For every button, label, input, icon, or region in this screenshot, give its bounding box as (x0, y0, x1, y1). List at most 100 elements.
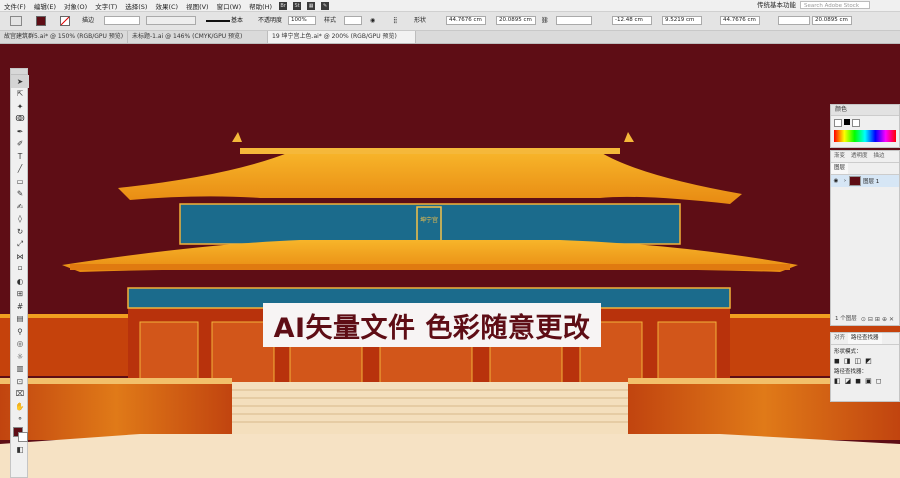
eyedropper-tool-icon[interactable]: ⚲ (11, 325, 29, 338)
angle-field[interactable]: -12.48 cm (612, 16, 652, 25)
delete-layer-icon[interactable]: ✕ (889, 316, 896, 323)
shaper-tool-icon[interactable]: ✍ (11, 200, 29, 213)
mesh-tool-icon[interactable]: # (11, 300, 29, 313)
opacity-field[interactable]: 100% (288, 16, 316, 25)
artboard-tool-icon[interactable]: ⊡ (11, 375, 29, 388)
hand-tool-icon[interactable]: ✋ (11, 400, 29, 413)
tab-pathfinder[interactable]: 路径查找器 (848, 333, 882, 344)
menu-type[interactable]: 文字(T) (91, 1, 121, 11)
none-swatch[interactable] (834, 119, 842, 127)
tab-document-1[interactable]: 故宫建筑群5.ai* @ 150% (RGB/GPU 预览) (0, 31, 128, 43)
direct-selection-tool-icon[interactable]: ⇱ (11, 88, 29, 101)
menu-view[interactable]: 视图(V) (182, 1, 213, 11)
color-swatches[interactable] (831, 116, 899, 130)
canvas-artboard[interactable]: 坤宁宫 AI矢量文件 色彩随意更改 (0, 44, 900, 478)
shape-builder-tool-icon[interactable]: ◐ (11, 275, 29, 288)
color-spectrum[interactable] (834, 130, 896, 142)
tab-document-2[interactable]: 未标题-1.ai @ 146% (CMYK/GPU 预览) (128, 31, 268, 43)
stroke-weight-field[interactable] (104, 16, 140, 25)
expand-chevron-icon[interactable]: › (841, 178, 849, 184)
rectangle-tool-icon[interactable]: ▭ (11, 175, 29, 188)
brush-icon[interactable]: ✎ (321, 1, 330, 10)
stock-search-input[interactable]: Search Adobe Stock (800, 1, 870, 9)
fill-stroke-swatches[interactable] (11, 425, 29, 443)
stock-icon[interactable]: St (293, 1, 302, 10)
menu-window[interactable]: 窗口(W) (213, 1, 246, 11)
outline-icon[interactable]: ◻ (876, 377, 882, 385)
crop-icon[interactable]: ▣ (865, 377, 872, 385)
unite-icon[interactable]: ◼ (834, 357, 840, 365)
tab-align[interactable]: 对齐 (831, 333, 848, 344)
align-grid-icon[interactable]: ⣿ (393, 16, 397, 25)
free-transform-tool-icon[interactable]: ⌑ (11, 263, 29, 276)
symbol-sprayer-tool-icon[interactable]: ☼ (11, 350, 29, 363)
rotate-tool-icon[interactable]: ↻ (11, 225, 29, 238)
tab-stroke[interactable]: 描边 (871, 151, 888, 162)
width2-field[interactable]: 44.7676 cm (720, 16, 760, 25)
color-mode-icon[interactable]: ◧ (11, 443, 29, 456)
line-tool-icon[interactable]: ╱ (11, 163, 29, 176)
slice-tool-icon[interactable]: ⌧ (11, 388, 29, 401)
blend-tool-icon[interactable]: ◎ (11, 338, 29, 351)
lock-field[interactable] (778, 16, 810, 25)
fill-swatch[interactable] (36, 16, 46, 26)
selection-tool-icon[interactable]: ➤ (11, 75, 29, 88)
stroke-color-swatch[interactable] (18, 432, 28, 442)
menu-file[interactable]: 文件(F) (0, 1, 30, 11)
graphic-style-dropdown[interactable] (344, 16, 362, 25)
lasso-tool-icon[interactable]: ↂ (11, 113, 29, 126)
menu-object[interactable]: 对象(O) (60, 1, 91, 11)
gradient-tool-icon[interactable]: ▤ (11, 313, 29, 326)
menu-effect[interactable]: 效果(C) (151, 1, 182, 11)
stroke-style-label[interactable]: 基本 (231, 16, 243, 25)
new-sublayer-icon[interactable]: ⊞ (875, 316, 882, 323)
tab-transparency[interactable]: 透明度 (848, 151, 871, 162)
visibility-eye-icon[interactable]: ◉ (831, 178, 841, 184)
intersect-icon[interactable]: ◫ (854, 357, 861, 365)
variable-width-profile[interactable] (146, 16, 196, 25)
white-swatch[interactable] (852, 119, 860, 127)
divide-icon[interactable]: ◧ (834, 377, 841, 385)
paintbrush-tool-icon[interactable]: ✎ (11, 188, 29, 201)
bridge-icon[interactable]: Br (279, 1, 288, 10)
layout-icon[interactable]: ▦ (307, 1, 316, 10)
exclude-icon[interactable]: ◩ (865, 357, 872, 365)
width-tool-icon[interactable]: ⋈ (11, 250, 29, 263)
magic-wand-tool-icon[interactable]: ✦ (11, 100, 29, 113)
color-panel-title[interactable]: 颜色 (831, 105, 899, 116)
ridge-ornament-left (232, 132, 242, 142)
layer-row[interactable]: ◉ › 图层 1 (831, 175, 899, 187)
height-field[interactable]: 20.0895 cm (496, 16, 536, 25)
tab-gradient[interactable]: 渐变 (831, 151, 848, 162)
eraser-tool-icon[interactable]: ◊ (11, 213, 29, 226)
workspace-switcher[interactable]: 传统基本功能 (757, 0, 796, 11)
recolor-icon[interactable]: ◉ (370, 16, 375, 25)
scale-tool-icon[interactable]: ⤢ (11, 238, 29, 251)
locate-object-icon[interactable]: ⊙ (861, 316, 868, 323)
trim-icon[interactable]: ◪ (845, 377, 852, 385)
type-tool-icon[interactable]: T (11, 150, 29, 163)
width-field[interactable]: 44.7676 cm (446, 16, 486, 25)
tab-layers[interactable]: 图层 (831, 163, 849, 174)
link-proportions-icon[interactable]: ⛓ (541, 16, 549, 25)
height2-field[interactable]: 20.0895 cm (812, 16, 852, 25)
y-field[interactable]: 9.5219 cm (662, 16, 702, 25)
pen-tool-icon[interactable]: ✒ (11, 125, 29, 138)
x-field[interactable] (556, 16, 592, 25)
merge-icon[interactable]: ◼ (855, 377, 861, 385)
layer-name[interactable]: 图层 1 (863, 177, 879, 185)
gradient-panel-tabs: 渐变 透明度 描边 (831, 151, 899, 163)
make-clipping-mask-icon[interactable]: ⊟ (868, 316, 875, 323)
minus-front-icon[interactable]: ◨ (844, 357, 851, 365)
perspective-grid-tool-icon[interactable]: ⊞ (11, 288, 29, 301)
new-layer-icon[interactable]: ⊕ (882, 316, 889, 323)
menu-help[interactable]: 帮助(H) (245, 1, 276, 11)
zoom-tool-icon[interactable]: ⚬ (11, 413, 29, 426)
tab-document-3[interactable]: 19 坤宁宫上色.ai* @ 200% (RGB/GPU 预览) (268, 31, 416, 43)
menu-edit[interactable]: 编辑(E) (30, 1, 60, 11)
menu-select[interactable]: 选择(S) (121, 1, 151, 11)
black-swatch[interactable] (844, 119, 850, 125)
curvature-tool-icon[interactable]: ✐ (11, 138, 29, 151)
column-graph-tool-icon[interactable]: ▥ (11, 363, 29, 376)
stroke-swatch[interactable] (60, 16, 70, 26)
